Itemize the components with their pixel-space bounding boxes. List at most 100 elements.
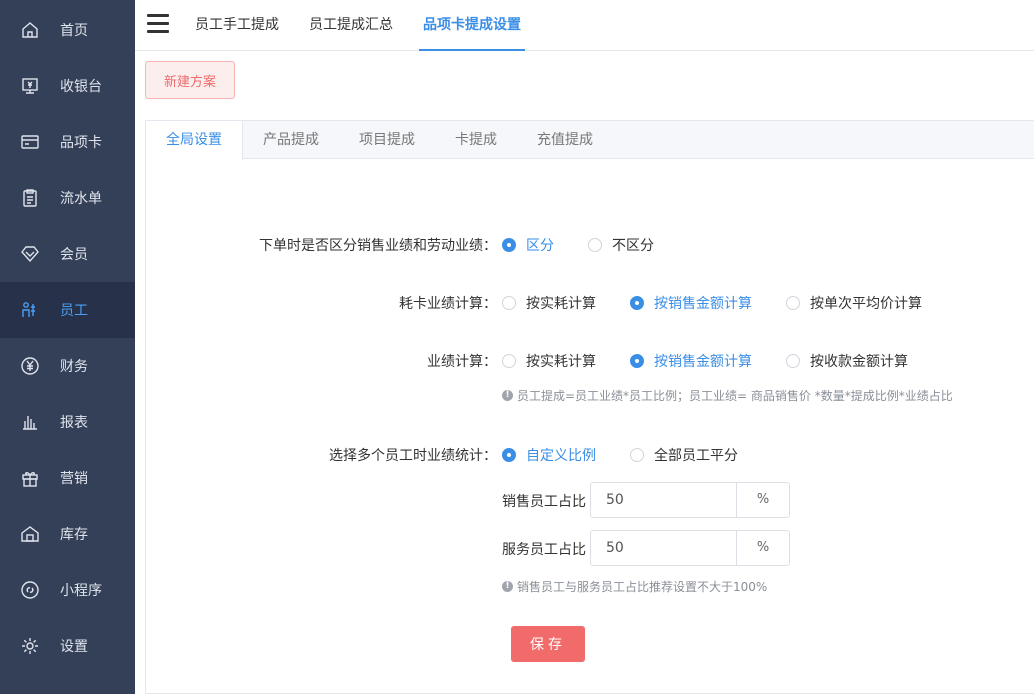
radio-circle (786, 296, 800, 310)
radio-label: 按单次平均价计算 (810, 296, 922, 312)
service-ratio-field: % (590, 530, 790, 566)
radio-label: 不区分 (612, 238, 654, 254)
subtab-product[interactable]: 产品提成 (253, 121, 329, 160)
sales-ratio-label: 销售员工占比 (502, 494, 586, 510)
radio-circle (502, 354, 516, 368)
sidebar-item-label: 收银台 (60, 79, 102, 95)
settings-panel: 全局设置 产品提成 项目提成 卡提成 充值提成 下单时是否区分销售业绩和劳动业绩… (145, 120, 1034, 694)
hint-text: 销售员工与服务员工占比推荐设置不大于100% (517, 580, 768, 594)
subtab-global[interactable]: 全局设置 (146, 121, 243, 160)
gear-icon (20, 636, 40, 656)
sidebar-item-reports[interactable]: 报表 (0, 394, 135, 450)
distinguish-label: 下单时是否区分销售业绩和劳动业绩： (259, 238, 497, 254)
service-ratio-input[interactable] (591, 531, 736, 565)
radio-label: 按实耗计算 (526, 354, 596, 370)
sidebar-item-inventory[interactable]: 库存 (0, 506, 135, 562)
staff-icon (20, 300, 40, 320)
clipboard-icon (20, 188, 40, 208)
sidebar-item-marketing[interactable]: 营销 (0, 450, 135, 506)
tab-commission-summary[interactable]: 员工提成汇总 (305, 0, 397, 51)
subtab-card[interactable]: 卡提成 (445, 121, 507, 160)
multi-staff-label: 选择多个员工时业绩统计： (329, 448, 497, 464)
sidebar-item-label: 首页 (60, 23, 88, 39)
radio-circle (502, 296, 516, 310)
radio-circle (502, 448, 516, 462)
radio-label: 按销售金额计算 (654, 296, 752, 312)
diamond-icon (20, 244, 40, 264)
performance-actual-radio[interactable]: 按实耗计算 (502, 351, 596, 371)
radio-label: 按实耗计算 (526, 296, 596, 312)
save-button[interactable]: 保存 (511, 626, 585, 662)
distinguish-no-radio[interactable]: 不区分 (588, 235, 654, 255)
subtab-recharge[interactable]: 充值提成 (527, 121, 603, 160)
sidebar-item-miniprogram[interactable]: 小程序 (0, 562, 135, 618)
new-plan-button[interactable]: 新建方案 (145, 61, 235, 99)
distinguish-yes-radio[interactable]: 区分 (502, 235, 554, 255)
performance-label: 业绩计算： (427, 354, 497, 370)
multi-staff-custom-radio[interactable]: 自定义比例 (502, 445, 596, 465)
hint-text: 员工提成=员工业绩*员工比例；员工业绩= 商品销售价 *数量*提成比例*业绩占比 (517, 389, 953, 403)
sidebar-item-card[interactable]: 品项卡 (0, 114, 135, 170)
percent-suffix: % (736, 531, 789, 565)
sidebar-item-label: 会员 (60, 247, 88, 263)
info-icon: ! (502, 390, 513, 401)
percent-suffix: % (736, 483, 789, 517)
bar-chart-icon (20, 412, 40, 432)
main-content: 员工手工提成 员工提成汇总 品项卡提成设置 新建方案 全局设置 产品提成 项目提… (135, 0, 1034, 694)
tab-manual-commission[interactable]: 员工手工提成 (191, 0, 283, 51)
subtab-bar: 全局设置 产品提成 项目提成 卡提成 充值提成 (146, 121, 1034, 160)
radio-circle (630, 354, 644, 368)
radio-label: 区分 (526, 238, 554, 254)
radio-label: 按收款金额计算 (810, 354, 908, 370)
card-icon (20, 132, 40, 152)
radio-circle (786, 354, 800, 368)
sales-ratio-field: % (590, 482, 790, 518)
link-icon (20, 580, 40, 600)
service-ratio-label: 服务员工占比 (502, 542, 586, 558)
sidebar: 首页 收银台 品项卡 流水单 会员 员工 财务 报表 营销 库存 小程序 设置 (0, 0, 135, 694)
radio-label: 自定义比例 (526, 448, 596, 464)
gift-icon (20, 468, 40, 488)
menu-toggle-icon[interactable] (147, 14, 169, 34)
performance-receipt-radio[interactable]: 按收款金额计算 (786, 351, 908, 371)
radio-circle (588, 238, 602, 252)
sales-ratio-input[interactable] (591, 483, 736, 517)
sidebar-item-label: 报表 (60, 415, 88, 431)
tab-item-card-commission[interactable]: 品项卡提成设置 (419, 0, 525, 51)
radio-label: 全部员工平分 (654, 448, 738, 464)
sidebar-item-label: 品项卡 (60, 135, 102, 151)
radio-label: 按销售金额计算 (654, 354, 752, 370)
radio-circle (630, 296, 644, 310)
sidebar-item-label: 营销 (60, 471, 88, 487)
card-consume-sales-radio[interactable]: 按销售金额计算 (630, 293, 752, 313)
sidebar-item-settings[interactable]: 设置 (0, 618, 135, 674)
sidebar-item-label: 流水单 (60, 191, 102, 207)
ratio-hint: ! 销售员工与服务员工占比推荐设置不大于100% (502, 578, 767, 595)
sidebar-item-member[interactable]: 会员 (0, 226, 135, 282)
top-bar: 员工手工提成 员工提成汇总 品项卡提成设置 (135, 0, 1034, 51)
sidebar-item-home[interactable]: 首页 (0, 2, 135, 58)
radio-circle (630, 448, 644, 462)
card-consume-label: 耗卡业绩计算： (399, 296, 497, 312)
sidebar-item-label: 设置 (60, 639, 88, 655)
performance-hint: ! 员工提成=员工业绩*员工比例；员工业绩= 商品销售价 *数量*提成比例*业绩占… (502, 387, 953, 404)
cashier-icon (20, 76, 40, 96)
sidebar-item-label: 员工 (60, 303, 88, 319)
radio-circle (502, 238, 516, 252)
warehouse-icon (20, 524, 40, 544)
sidebar-item-staff[interactable]: 员工 (0, 282, 135, 338)
performance-sales-radio[interactable]: 按销售金额计算 (630, 351, 752, 371)
sidebar-item-cashier[interactable]: 收银台 (0, 58, 135, 114)
card-consume-average-radio[interactable]: 按单次平均价计算 (786, 293, 922, 313)
sidebar-item-label: 库存 (60, 527, 88, 543)
home-icon (20, 20, 40, 40)
sidebar-item-label: 小程序 (60, 583, 102, 599)
sidebar-item-finance[interactable]: 财务 (0, 338, 135, 394)
subtab-project[interactable]: 项目提成 (349, 121, 425, 160)
info-icon: ! (502, 581, 513, 592)
yen-icon (20, 356, 40, 376)
card-consume-actual-radio[interactable]: 按实耗计算 (502, 293, 596, 313)
sidebar-item-label: 财务 (60, 359, 88, 375)
sidebar-item-statement[interactable]: 流水单 (0, 170, 135, 226)
multi-staff-equal-radio[interactable]: 全部员工平分 (630, 445, 738, 465)
